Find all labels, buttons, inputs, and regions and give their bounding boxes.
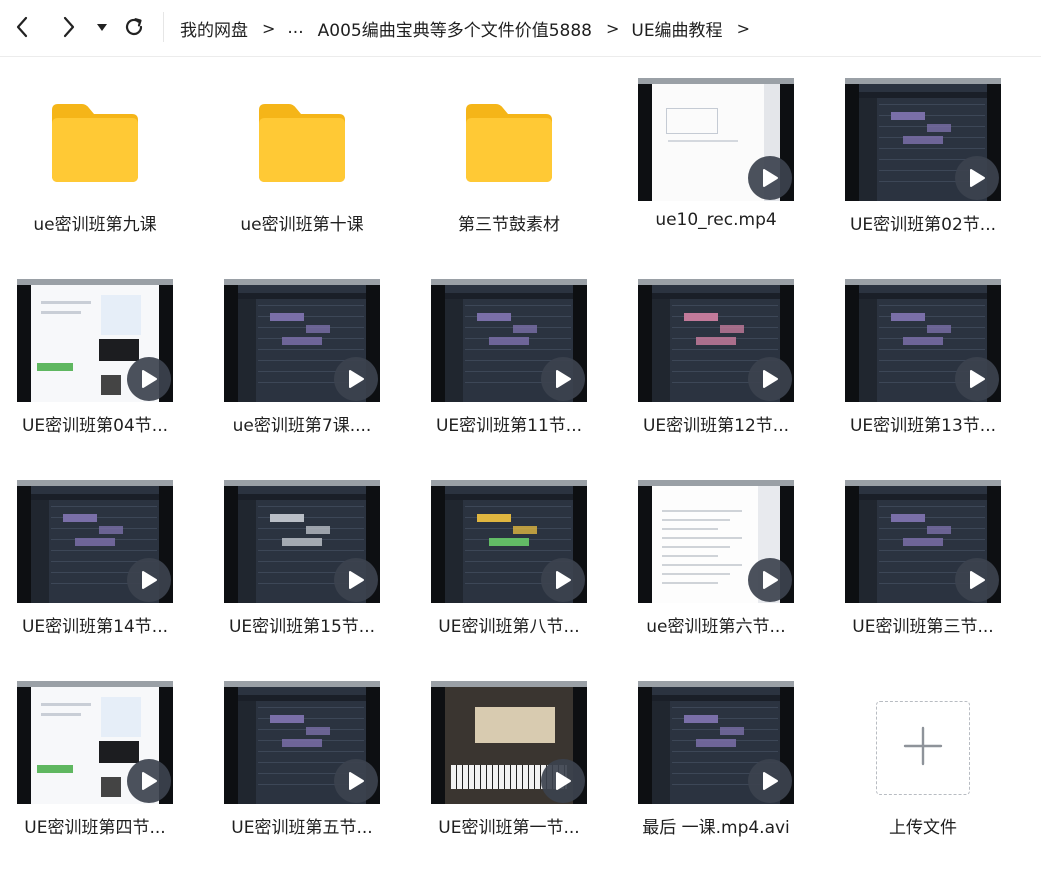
video-thumbnail: [638, 480, 794, 603]
play-icon[interactable]: [127, 558, 171, 602]
video-file-item[interactable]: UE密训班第四节...: [0, 659, 190, 839]
video-file-item[interactable]: UE密训班第八节...: [414, 458, 604, 638]
video-file-item[interactable]: ue密训班第7课....: [207, 257, 397, 437]
folder-item[interactable]: 第三节鼓素材: [414, 56, 604, 236]
folder-icon: [255, 98, 349, 188]
plus-icon: [903, 726, 943, 770]
video-thumbnail: [638, 78, 794, 201]
file-name: UE密训班第04节...: [21, 416, 169, 436]
upload-label: 上传文件: [889, 818, 957, 838]
video-thumbnail: [17, 681, 173, 804]
play-icon[interactable]: [748, 558, 792, 602]
toolbar: 我的网盘 > ... > A005编曲宝典等多个文件价值5888 > UE编曲教…: [0, 0, 1041, 57]
file-name: UE密训班第12节...: [642, 416, 790, 436]
video-thumbnail: [845, 279, 1001, 402]
breadcrumb: 我的网盘 > ... > A005编曲宝典等多个文件价值5888 > UE编曲教…: [180, 0, 762, 56]
video-file-item[interactable]: UE密训班第04节...: [0, 257, 190, 437]
breadcrumb-item[interactable]: ...: [287, 18, 303, 38]
video-thumbnail: [845, 480, 1001, 603]
video-file-item[interactable]: UE密训班第一节...: [414, 659, 604, 839]
video-thumbnail: [224, 279, 380, 402]
play-icon[interactable]: [541, 558, 585, 602]
file-name: ue10_rec.mp4: [655, 210, 777, 230]
file-name: UE密训班第一节...: [438, 818, 580, 838]
file-name: UE密训班第三节...: [852, 617, 994, 637]
play-icon[interactable]: [541, 357, 585, 401]
video-thumbnail: [431, 279, 587, 402]
video-file-item[interactable]: ue密训班第六节...: [621, 458, 811, 638]
file-name: UE密训班第五节...: [231, 818, 373, 838]
folder-item[interactable]: ue密训班第九课: [0, 56, 190, 236]
video-thumbnail: [431, 681, 587, 804]
video-thumbnail: [224, 681, 380, 804]
video-file-item[interactable]: UE密训班第12节...: [621, 257, 811, 437]
video-thumbnail: [845, 78, 1001, 201]
breadcrumb-item-current[interactable]: UE编曲教程: [631, 16, 722, 41]
play-icon[interactable]: [748, 156, 792, 200]
video-thumbnail: [224, 480, 380, 603]
video-file-item[interactable]: UE密训班第11节...: [414, 257, 604, 437]
video-file-item[interactable]: ue10_rec.mp4: [621, 56, 811, 236]
video-thumbnail: [638, 681, 794, 804]
back-icon[interactable]: [8, 12, 36, 42]
video-file-item[interactable]: UE密训班第13节...: [828, 257, 1018, 437]
play-icon[interactable]: [541, 759, 585, 803]
file-name: 第三节鼓素材: [458, 215, 560, 235]
video-file-item[interactable]: 最后 一课.mp4.avi: [621, 659, 811, 839]
caret-down-icon[interactable]: [90, 12, 114, 42]
play-icon[interactable]: [955, 558, 999, 602]
file-name: ue密训班第九课: [33, 215, 157, 235]
folder-icon: [462, 98, 556, 188]
play-icon[interactable]: [748, 357, 792, 401]
file-name: 最后 一课.mp4.avi: [642, 818, 790, 838]
chevron-right-icon: >: [605, 18, 620, 38]
video-thumbnail: [17, 480, 173, 603]
chevron-right-icon: >: [736, 18, 750, 38]
upload-dropzone[interactable]: [876, 701, 970, 795]
breadcrumb-item[interactable]: A005编曲宝典等多个文件价值5888: [318, 16, 592, 41]
video-file-item[interactable]: UE密训班第15节...: [207, 458, 397, 638]
chevron-right-icon: >: [262, 18, 276, 38]
file-name: UE密训班第13节...: [849, 416, 997, 436]
file-name: UE密训班第14节...: [21, 617, 169, 637]
file-name: UE密训班第八节...: [438, 617, 580, 637]
video-thumbnail: [431, 480, 587, 603]
file-grid: ue密训班第九课 ue密训班第十课 第三节鼓素材 ue10_rec.mp4 UE密训…: [0, 56, 1041, 869]
breadcrumb-item[interactable]: 我的网盘: [180, 16, 248, 41]
video-thumbnail: [638, 279, 794, 402]
upload-file-tile[interactable]: 上传文件: [828, 659, 1018, 839]
file-name: ue密训班第十课: [240, 215, 364, 235]
file-name: UE密训班第02节...: [849, 215, 997, 235]
folder-item[interactable]: ue密训班第十课: [207, 56, 397, 236]
play-icon[interactable]: [748, 759, 792, 803]
file-name: ue密训班第六节...: [646, 617, 786, 637]
file-name: ue密训班第7课....: [232, 416, 372, 436]
file-name: UE密训班第四节...: [24, 818, 166, 838]
video-file-item[interactable]: UE密训班第14节...: [0, 458, 190, 638]
play-icon[interactable]: [955, 156, 999, 200]
refresh-icon[interactable]: [120, 12, 148, 42]
play-icon[interactable]: [334, 759, 378, 803]
video-thumbnail: [17, 279, 173, 402]
folder-icon: [48, 98, 142, 188]
play-icon[interactable]: [955, 357, 999, 401]
video-file-item[interactable]: UE密训班第02节...: [828, 56, 1018, 236]
play-icon[interactable]: [334, 558, 378, 602]
video-file-item[interactable]: UE密训班第五节...: [207, 659, 397, 839]
file-name: UE密训班第11节...: [435, 416, 583, 436]
file-name: UE密训班第15节...: [228, 617, 376, 637]
toolbar-divider: [163, 12, 164, 42]
video-file-item[interactable]: UE密训班第三节...: [828, 458, 1018, 638]
play-icon[interactable]: [127, 759, 171, 803]
forward-icon[interactable]: [55, 12, 83, 42]
play-icon[interactable]: [127, 357, 171, 401]
play-icon[interactable]: [334, 357, 378, 401]
